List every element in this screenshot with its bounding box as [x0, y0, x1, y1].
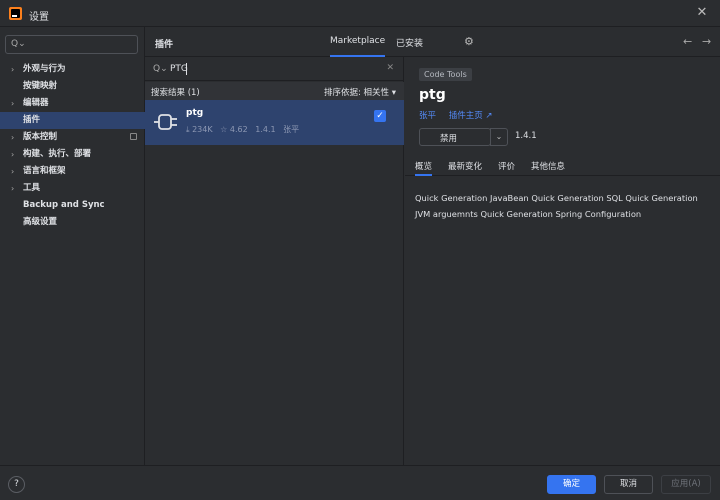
dialog-footer: ? 确定 取消 应用(A): [0, 465, 720, 500]
sidebar-item-label: 版本控制: [23, 132, 58, 142]
sidebar-item-appearance[interactable]: › 外观与行为: [0, 61, 145, 78]
plugin-list-item[interactable]: ptg ⤓ 234K ☆ 4.62 1.4.1 张平 ✓: [145, 100, 404, 145]
search-icon: Q⌄: [153, 64, 168, 74]
chevron-right-icon[interactable]: ›: [11, 95, 14, 112]
sidebar-item-label: 编辑器: [23, 98, 49, 108]
apply-button[interactable]: 应用(A): [661, 475, 711, 494]
plugin-category-tag: Code Tools: [419, 68, 472, 81]
title-bar: 设置 ✕: [0, 0, 720, 27]
intellij-app-icon: [9, 7, 22, 20]
sidebar-item-label: 工具: [23, 183, 41, 193]
chevron-right-icon[interactable]: ›: [11, 163, 14, 180]
settings-sidebar: Q⌄ › 外观与行为 按键映射 › 编辑器 插件 › 版本控制 › 构建、执行、…: [0, 27, 145, 465]
text-caret: [186, 63, 187, 75]
chevron-right-icon[interactable]: ›: [11, 61, 14, 78]
search-icon: Q⌄: [11, 39, 26, 49]
sidebar-item-build[interactable]: › 构建、执行、部署: [0, 146, 145, 163]
sidebar-item-vcs[interactable]: › 版本控制: [0, 129, 145, 146]
vendor-link[interactable]: 张平: [419, 111, 436, 121]
sidebar-item-label: 高级设置: [23, 217, 58, 227]
plugin-version: 1.4.1: [255, 125, 276, 134]
sidebar-item-keymap[interactable]: 按键映射: [0, 78, 145, 95]
tab-whats-new[interactable]: 最新变化: [448, 160, 482, 176]
settings-nav-list: › 外观与行为 按键映射 › 编辑器 插件 › 版本控制 › 构建、执行、部署 …: [0, 61, 145, 231]
chevron-right-icon[interactable]: ›: [11, 129, 14, 146]
plugin-downloads: ⤓ 234K: [186, 125, 213, 134]
sort-dropdown[interactable]: 排序依据: 相关性 ▾: [324, 86, 396, 98]
back-arrow-icon[interactable]: ←: [683, 35, 692, 48]
plugins-header: 插件 Marketplace 已安装 ⚙ ← →: [145, 27, 720, 57]
sidebar-item-plugins[interactable]: 插件: [0, 112, 145, 129]
chevron-right-icon[interactable]: ›: [11, 180, 14, 197]
chevron-right-icon[interactable]: ›: [11, 146, 14, 163]
plugin-rating: ☆ 4.62: [220, 125, 248, 134]
sidebar-item-backup-sync[interactable]: Backup and Sync: [0, 197, 145, 214]
plugin-links: 张平 插件主页 ↗: [419, 109, 503, 121]
sidebar-item-label: 按键映射: [23, 81, 58, 91]
sidebar-item-languages[interactable]: › 语言和框架: [0, 163, 145, 180]
plugin-detail-panel: Code Tools ptg 张平 插件主页 ↗ 禁用 ⌄ 1.4.1 概览 最…: [405, 57, 720, 465]
homepage-link[interactable]: 插件主页 ↗: [449, 111, 493, 121]
gear-icon[interactable]: ⚙: [464, 35, 474, 48]
results-count: 搜索结果 (1): [151, 88, 200, 98]
sidebar-item-label: 插件: [23, 115, 41, 125]
window-title: 设置: [29, 12, 49, 23]
help-button[interactable]: ?: [8, 476, 25, 493]
plugin-vendor: 张平: [283, 125, 300, 134]
disable-button-label: 禁用: [440, 134, 458, 144]
sidebar-item-label: Backup and Sync: [23, 200, 105, 210]
cancel-button[interactable]: 取消: [604, 475, 653, 494]
tab-marketplace[interactable]: Marketplace: [330, 36, 386, 57]
ok-button[interactable]: 确定: [547, 475, 596, 494]
close-icon[interactable]: ✕: [694, 5, 710, 21]
sidebar-item-tools[interactable]: › 工具: [0, 180, 145, 197]
project-scope-icon: [130, 133, 137, 140]
plugin-meta: ⤓ 234K ☆ 4.62 1.4.1 张平: [186, 124, 304, 135]
plugin-installed-checkbox[interactable]: ✓: [374, 110, 386, 122]
tab-installed[interactable]: 已安装: [396, 36, 423, 57]
settings-search-input[interactable]: Q⌄: [5, 35, 138, 54]
plugin-plug-icon: [154, 114, 177, 130]
sidebar-item-editor[interactable]: › 编辑器: [0, 95, 145, 112]
tab-overview[interactable]: 概览: [415, 160, 433, 176]
plugin-name: ptg: [186, 108, 204, 118]
plugin-list-panel: Q⌄ PTG ✕ 搜索结果 (1) 排序依据: 相关性 ▾ ptg ⤓ 234K…: [145, 57, 404, 465]
sidebar-item-label: 语言和框架: [23, 166, 66, 176]
sidebar-item-label: 外观与行为: [23, 64, 66, 74]
forward-arrow-icon[interactable]: →: [702, 35, 711, 48]
plugin-search-input[interactable]: Q⌄ PTG ✕: [145, 57, 404, 81]
sidebar-item-label: 构建、执行、部署: [23, 149, 92, 159]
detail-tabs: 概览 最新变化 评价 其他信息: [405, 153, 720, 176]
tab-additional-info[interactable]: 其他信息: [531, 160, 565, 176]
clear-search-icon[interactable]: ✕: [386, 63, 394, 73]
plugin-detail-version: 1.4.1: [515, 131, 537, 141]
page-title: 插件: [155, 40, 174, 50]
plugin-detail-title: ptg: [419, 87, 446, 103]
chevron-down-icon[interactable]: ⌄: [490, 128, 508, 146]
search-results-bar: 搜索结果 (1) 排序依据: 相关性 ▾: [145, 82, 404, 100]
sidebar-item-advanced[interactable]: 高级设置: [0, 214, 145, 231]
disable-button[interactable]: 禁用: [419, 128, 491, 146]
tab-reviews[interactable]: 评价: [498, 160, 515, 176]
plugin-description: Quick Generation JavaBean Quick Generati…: [415, 193, 698, 219]
